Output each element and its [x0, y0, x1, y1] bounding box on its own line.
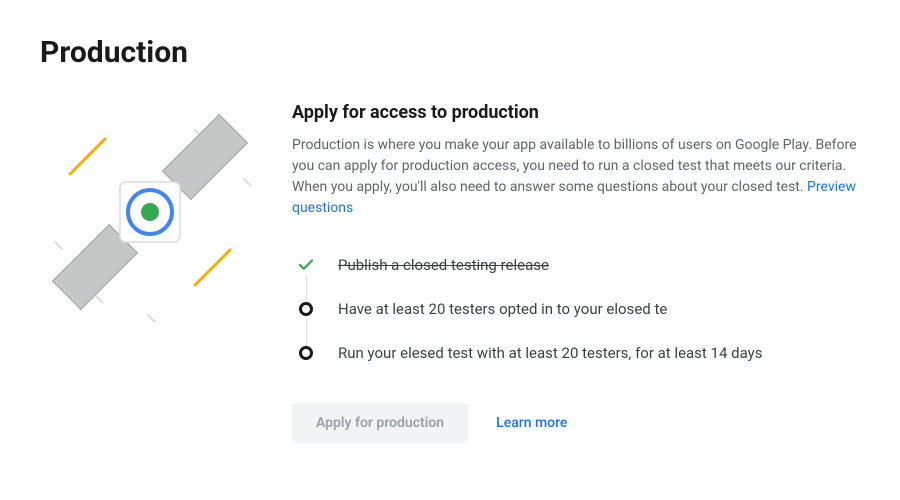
- checklist-text: Have at least 20 testers opted in to you…: [338, 300, 667, 318]
- description-text: Production is where you make your app av…: [292, 137, 857, 195]
- checklist-item-3: Run your elesed test with at least 20 te…: [296, 331, 860, 375]
- circle-icon: [296, 299, 316, 319]
- checkmark-icon: [296, 255, 316, 275]
- page-title: Production: [40, 35, 860, 70]
- action-buttons: Apply for production Learn more: [292, 403, 860, 443]
- apply-for-production-button[interactable]: Apply for production: [292, 403, 468, 443]
- requirements-checklist: Publish a closed testing release Have at…: [292, 243, 860, 375]
- section-description: Production is where you make your app av…: [292, 135, 860, 219]
- checklist-text: Publish a closed testing release: [338, 256, 549, 274]
- main-content: Apply for access to production Productio…: [292, 102, 860, 443]
- section-title: Apply for access to production: [292, 102, 860, 123]
- satellite-illustration: [40, 102, 260, 322]
- checklist-item-1: Publish a closed testing release: [296, 243, 860, 287]
- checklist-item-2: Have at least 20 testers opted in to you…: [296, 287, 860, 331]
- checklist-text: Run your elesed test with at least 20 te…: [338, 344, 762, 362]
- circle-icon: [296, 343, 316, 363]
- content-container: Apply for access to production Productio…: [40, 102, 860, 443]
- learn-more-link[interactable]: Learn more: [496, 415, 567, 431]
